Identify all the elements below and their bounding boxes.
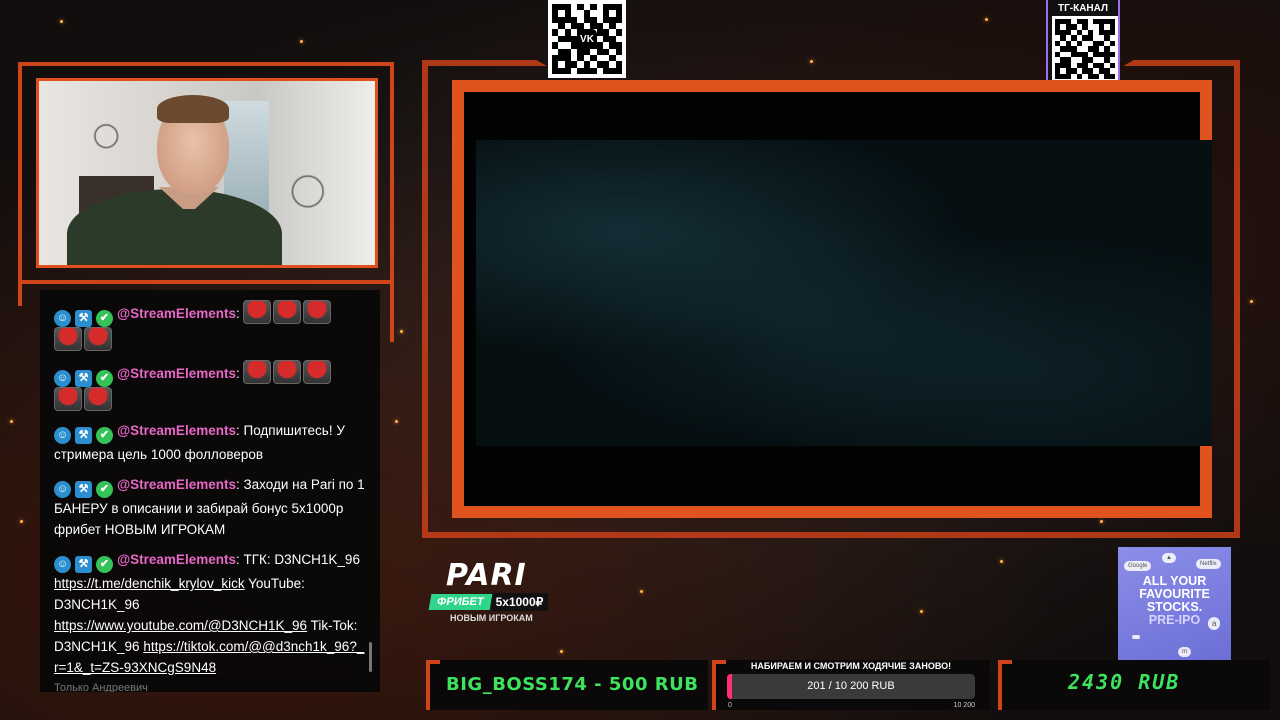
chat-message: ☺ ⚒ ✔ @StreamElements: — [40, 356, 380, 416]
verified-badge-icon: ✔ — [96, 370, 113, 387]
freebet-amount: 5x1000₽ — [490, 593, 549, 611]
emote-icon — [243, 300, 272, 324]
emote-icon — [243, 360, 272, 384]
bot-badge-icon: ☺ — [54, 556, 71, 573]
chat-username[interactable]: @StreamElements — [117, 366, 236, 381]
moderator-badge-icon: ⚒ — [75, 556, 92, 573]
moderator-badge-icon: ⚒ — [75, 481, 92, 498]
ad-chip-icon: ▲ — [1162, 553, 1176, 563]
goal-progress-bar: 201 / 10 200 RUB — [727, 674, 975, 699]
freebet-badge: ФРИБЕТ — [428, 594, 493, 610]
frame-corner — [426, 660, 440, 710]
donation-goal-panel: НАБИРАЕМ И СМОТРИМ ХОДЯЧИЕ ЗАНОВО! 201 /… — [712, 660, 990, 710]
verified-badge-icon: ✔ — [96, 310, 113, 327]
goal-max: 10 200 — [953, 702, 975, 709]
telegram-label: ТГ-КАНАЛ — [1057, 3, 1108, 14]
chat-message: ☺ ⚒ ✔ @StreamElements: — [40, 290, 380, 356]
emote-icon — [303, 360, 332, 384]
chat-scrollbar[interactable] — [369, 642, 372, 672]
chat-username[interactable]: @StreamElements — [117, 423, 236, 438]
frame-corner — [18, 282, 42, 306]
pari-logo: PARI — [446, 558, 527, 593]
pari-promo: PARI ФРИБЕТ 5x1000₽ НОВЫМ ИГРОКАМ — [428, 558, 560, 633]
stocks-ad[interactable]: Google Netflix ▲ ALL YOUR FAVOURITE STOC… — [1118, 547, 1231, 660]
emote-icon — [84, 327, 112, 351]
meta-icon: m — [1178, 647, 1191, 657]
goal-value: 201 / 10 200 RUB — [807, 680, 895, 692]
chat-username[interactable]: @StreamElements — [117, 552, 236, 567]
webcam-window — [224, 101, 269, 211]
youtube-link[interactable]: https://www.youtube.com/@D3NCH1K_96 — [54, 618, 307, 633]
moderator-badge-icon: ⚒ — [75, 427, 92, 444]
chat-username[interactable]: @StreamElements — [117, 477, 236, 492]
moderator-badge-icon: ⚒ — [75, 370, 92, 387]
moderator-badge-icon: ⚒ — [75, 310, 92, 327]
total-donations-panel: 2430 RUB — [998, 660, 1270, 710]
goal-min: 0 — [728, 702, 732, 709]
chat-username[interactable]: @StreamElements — [117, 306, 236, 321]
bot-badge-icon: ☺ — [54, 427, 71, 444]
verified-badge-icon: ✔ — [96, 427, 113, 444]
verified-badge-icon: ✔ — [96, 481, 113, 498]
last-donation-panel: BIG_BOSS174 - 500 RUB — [426, 660, 708, 710]
chat-message: ☺ ⚒ ✔ @StreamElements: Подпишитесь! У стрим… — [54, 423, 345, 462]
chat-panel: ☺ ⚒ ✔ @StreamElements: ☺ ⚒ ✔ @StreamElements: … — [40, 290, 380, 692]
video-frame — [452, 80, 1212, 518]
last-donation-text: BIG_BOSS174 - 500 RUB — [446, 674, 699, 695]
webcam-feed — [36, 78, 378, 268]
chat-message: ☺ ⚒ ✔ @StreamElements: ТГК: D3NCH1K_96 http… — [54, 552, 365, 675]
frame-corner — [998, 660, 1012, 710]
emote-icon — [273, 300, 302, 324]
vk-logo-icon: VK — [577, 29, 597, 49]
goal-title: НАБИРАЕМ И СМОТРИМ ХОДЯЧИЕ ЗАНОВО! — [750, 661, 952, 671]
amazon-icon: a — [1208, 617, 1221, 630]
emote-icon — [273, 360, 302, 384]
emote-icon — [54, 387, 82, 411]
telegram-link[interactable]: https://t.me/denchik_krylov_kick — [54, 576, 245, 591]
ad-chip: Netflix — [1196, 559, 1221, 569]
vk-qr-code: VK — [548, 0, 626, 78]
bot-badge-icon: ☺ — [54, 370, 71, 387]
emote-icon — [84, 387, 112, 411]
emote-icon — [303, 300, 332, 324]
video-player[interactable] — [476, 140, 1212, 446]
chat-message: ☺ ⚒ ✔ @StreamElements: Заходи на Pari по 1 … — [54, 477, 365, 537]
verified-badge-icon: ✔ — [96, 556, 113, 573]
streamer-hair — [157, 95, 229, 123]
chat-message-partial: Только Андреевич — [54, 682, 148, 692]
total-donations-text: 2430 RUB — [1068, 670, 1181, 694]
bot-badge-icon: ☺ — [54, 310, 71, 327]
apple-icon — [1132, 635, 1140, 639]
bot-badge-icon: ☺ — [54, 481, 71, 498]
new-players-label: НОВЫМ ИГРОКАМ — [450, 613, 533, 623]
emote-icon — [54, 327, 82, 351]
chat-message-text: ТГК: D3NCH1K_96 — [243, 552, 360, 567]
ad-chip: Google — [1124, 561, 1152, 571]
